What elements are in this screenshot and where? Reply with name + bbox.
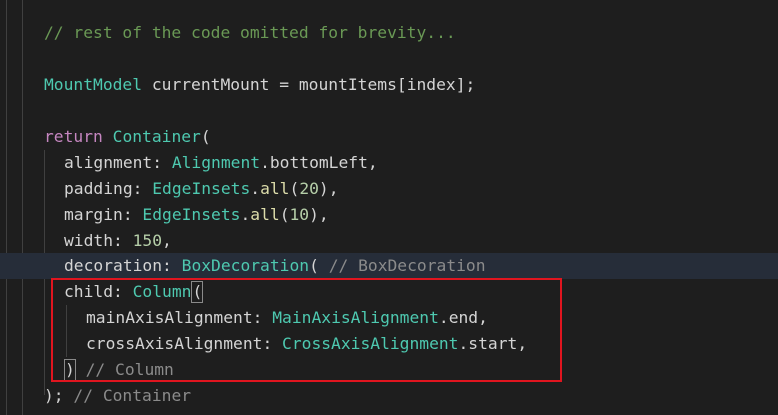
code-token: (: [309, 256, 329, 275]
annotation-highlight-box: [51, 278, 562, 382]
code-token: // rest of the code omitted for brevity.…: [44, 23, 456, 42]
code-token: ,: [162, 231, 172, 250]
code-token: .: [250, 179, 261, 198]
code-token: 20: [299, 179, 319, 198]
code-token: EdgeInsets: [152, 179, 251, 198]
code-line[interactable]: margin: EdgeInsets.all(10),: [64, 202, 329, 228]
code-token: // Container: [73, 386, 192, 405]
code-token: ),: [318, 179, 339, 198]
code-token: BoxDecoration: [181, 256, 310, 275]
code-token: Alignment: [171, 153, 261, 172]
code-token: 10: [289, 205, 310, 224]
code-line[interactable]: return Container(: [44, 124, 211, 150]
code-token: (: [279, 205, 290, 224]
code-token: Container: [112, 127, 201, 146]
code-token: MountModel: [44, 75, 143, 94]
code-token: );: [44, 386, 74, 405]
code-line[interactable]: ); // Container: [44, 383, 191, 409]
code-token: // BoxDecoration: [328, 256, 486, 275]
code-token: alignment:: [64, 153, 172, 172]
code-line[interactable]: decoration: BoxDecoration( // BoxDecorat…: [64, 253, 486, 279]
indent-guide: [6, 0, 7, 415]
code-token: currentMount = mountItems[index];: [142, 75, 476, 94]
code-line[interactable]: padding: EdgeInsets.all(20),: [64, 176, 339, 202]
code-token: 150: [132, 231, 163, 250]
indent-guide: [22, 0, 23, 415]
code-token: return: [44, 127, 103, 146]
code-token: (: [289, 179, 300, 198]
code-line[interactable]: // rest of the code omitted for brevity.…: [44, 20, 456, 46]
code-token: padding:: [64, 179, 153, 198]
code-editor[interactable]: // rest of the code omitted for brevity.…: [0, 0, 778, 415]
code-token: .bottomLeft,: [260, 153, 378, 172]
code-token: (: [200, 127, 211, 146]
code-line[interactable]: alignment: Alignment.bottomLeft,: [64, 150, 378, 176]
code-token: margin:: [64, 205, 143, 224]
code-token: .: [240, 205, 251, 224]
code-line[interactable]: width: 150,: [64, 228, 172, 254]
code-token: decoration:: [64, 256, 182, 275]
code-line[interactable]: MountModel currentMount = mountItems[ind…: [44, 72, 475, 98]
code-token: all: [250, 205, 280, 224]
code-token: width:: [64, 231, 133, 250]
code-token: EdgeInsets: [142, 205, 241, 224]
code-token: all: [260, 179, 290, 198]
code-token: ),: [309, 205, 329, 224]
